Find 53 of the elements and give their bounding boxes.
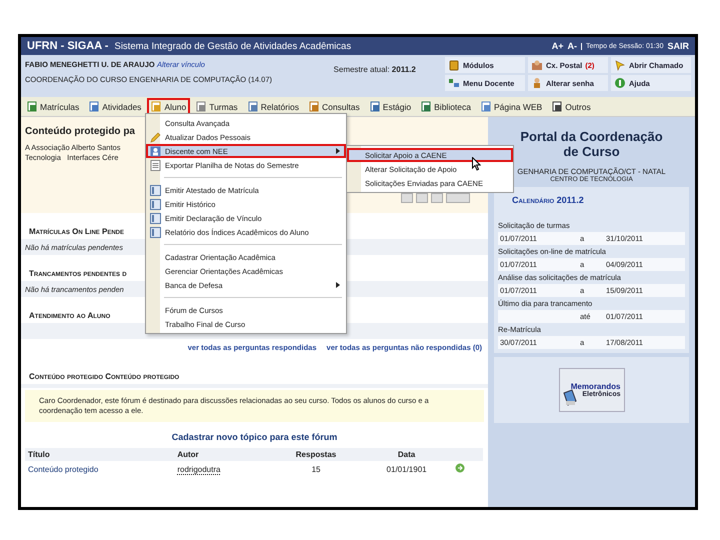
calendar-title: Calendário 2011.2	[511, 195, 585, 205]
column-header: Autor	[174, 448, 271, 461]
menu-item-icon	[27, 101, 38, 112]
shortcut-icon	[614, 77, 626, 89]
pager-button[interactable]	[446, 193, 470, 203]
new-topic-link[interactable]: Cadastrar novo tópico para este fórum	[21, 432, 488, 442]
menu-tab[interactable]: Estágio	[366, 98, 416, 115]
go-arrow-icon[interactable]	[454, 463, 465, 473]
pager-button[interactable]	[401, 193, 413, 203]
menu-tab[interactable]: Página WEB	[477, 98, 546, 115]
menu-tab[interactable]: Matrículas	[23, 98, 84, 115]
section-title: Trancamentos pendentes d	[29, 269, 127, 280]
spreadsheet-icon	[150, 160, 161, 170]
document-icon	[150, 184, 161, 196]
shortcut-icon	[448, 59, 460, 71]
menu-tab[interactable]: Atividades	[85, 98, 146, 115]
author-link[interactable]: rodrigodutra	[177, 464, 220, 474]
menu-item-icon	[552, 101, 564, 112]
document-icon	[150, 198, 161, 210]
document-icon	[150, 212, 161, 224]
menu-item-icon	[481, 101, 492, 112]
table-cell: 15	[270, 461, 362, 477]
panel-title: Conteúdo protegido pa	[25, 126, 135, 137]
pager-button[interactable]	[416, 193, 428, 203]
semester-value: 2011.2	[392, 65, 416, 74]
shortcut-icon	[531, 77, 543, 89]
menu-item-icon	[370, 101, 381, 112]
document-icon	[562, 389, 578, 407]
section-title: Atendimento ao Aluno	[29, 311, 110, 322]
section-title: Matrículas On Line Pende	[29, 227, 124, 238]
menu-tab[interactable]: Biblioteca	[417, 98, 475, 115]
pager-button[interactable]	[431, 193, 443, 203]
table-cell: 01/01/1901	[362, 461, 452, 477]
font-size-link[interactable]: A-	[568, 41, 578, 51]
menu-item-icon	[421, 101, 432, 112]
menu-tab[interactable]: Outros	[548, 98, 595, 115]
person-icon	[150, 146, 161, 156]
system-subtitle: Sistema Integrado de Gestão de Atividades Acadêmicas	[114, 40, 352, 52]
column-header: Título	[25, 448, 174, 461]
shortcut-icon	[448, 77, 460, 89]
system-name: UFRN - SIGAA -	[27, 40, 108, 52]
column-header: Data	[362, 448, 452, 461]
menu-item-icon	[89, 101, 100, 112]
mouse-cursor-icon	[472, 157, 481, 171]
shortcut-icon	[531, 59, 543, 71]
font-size-link[interactable]: A+	[552, 41, 564, 51]
portal-title: Portal da Coordenação de Curso	[519, 129, 664, 159]
semester-label: Semestre atual:	[334, 65, 390, 74]
logout-link[interactable]: SAIR	[667, 41, 689, 51]
topic-link[interactable]: Conteúdo protegido	[28, 464, 98, 474]
document-icon	[150, 226, 161, 238]
column-header: Respostas	[270, 448, 362, 461]
shortcut-icon	[614, 59, 626, 71]
